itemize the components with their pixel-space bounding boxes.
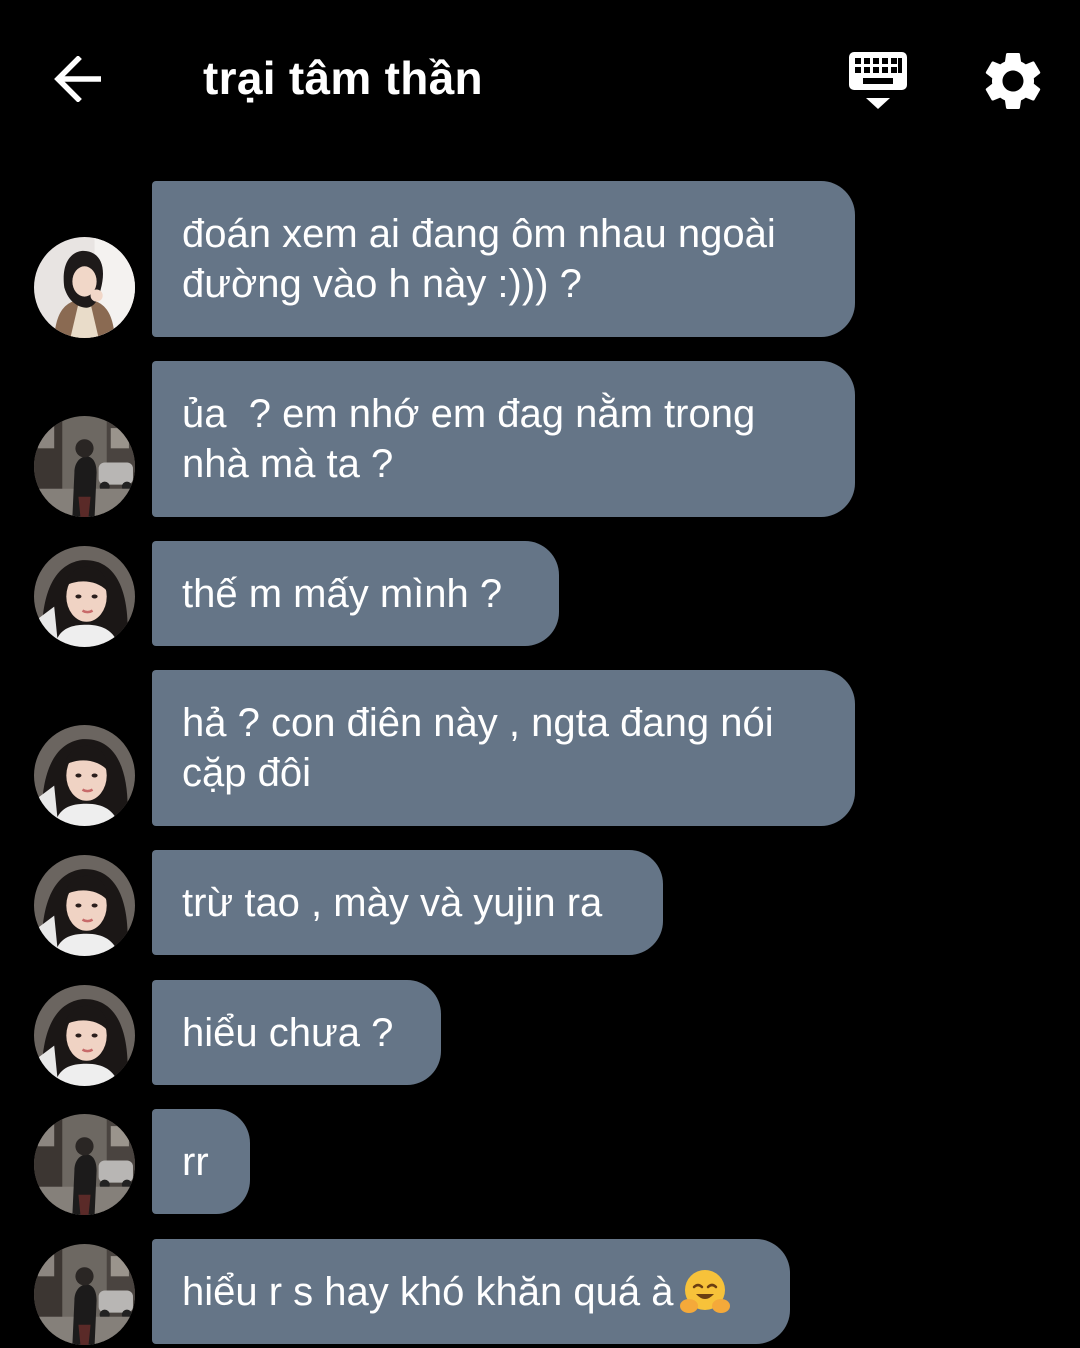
avatar-girl-dark-hair xyxy=(34,725,135,826)
avatar[interactable] xyxy=(34,855,135,956)
message-bubble[interactable]: hiểu r s hay khó khăn quá à xyxy=(152,1239,790,1344)
avatar[interactable] xyxy=(34,985,135,1086)
avatar-street-photo xyxy=(34,416,135,517)
avatar[interactable] xyxy=(34,1244,135,1345)
avatar-street-photo xyxy=(34,1244,135,1345)
hugging-face-emoji xyxy=(679,1266,731,1318)
message-list: đoán xem ai đang ôm nhau ngoài đường vào… xyxy=(0,0,1080,1348)
avatar-girl-dark-hair xyxy=(34,985,135,1086)
avatar-girl-brown-coat xyxy=(34,237,135,338)
avatar[interactable] xyxy=(34,237,135,338)
avatar-girl-dark-hair xyxy=(34,855,135,956)
message-bubble[interactable]: hả ? con điên này , ngta đang nói cặp đô… xyxy=(152,670,855,826)
avatar-girl-dark-hair xyxy=(34,546,135,647)
message-bubble[interactable]: đoán xem ai đang ôm nhau ngoài đường vào… xyxy=(152,181,855,337)
message-bubble[interactable]: trừ tao , mày và yujin ra xyxy=(152,850,663,955)
avatar[interactable] xyxy=(34,416,135,517)
message-bubble[interactable]: rr xyxy=(152,1109,250,1214)
message-bubble[interactable]: ủa ? em nhớ em đag nằm trong nhà mà ta ? xyxy=(152,361,855,517)
message-bubble[interactable]: thế m mấy mình ? xyxy=(152,541,559,646)
message-bubble[interactable]: hiểu chưa ? xyxy=(152,980,441,1085)
avatar[interactable] xyxy=(34,725,135,826)
avatar-street-photo xyxy=(34,1114,135,1215)
avatar[interactable] xyxy=(34,1114,135,1215)
avatar[interactable] xyxy=(34,546,135,647)
message-text: hiểu r s hay khó khăn quá à xyxy=(182,1269,674,1314)
